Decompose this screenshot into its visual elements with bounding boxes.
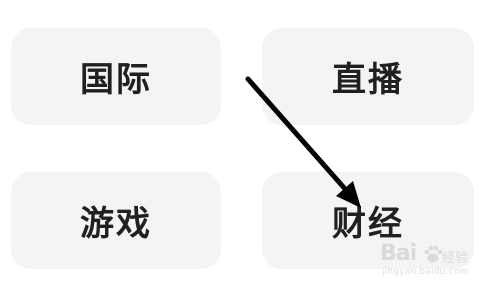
- watermark-url: jingyan.baidu.com: [382, 267, 469, 277]
- watermark-brand: Bai: [380, 241, 417, 266]
- category-label: 游戏: [80, 204, 152, 244]
- category-label: 直播: [332, 60, 404, 100]
- baidu-paw-icon: [424, 245, 443, 263]
- category-label: 国际: [80, 60, 152, 100]
- category-tile-youxi[interactable]: 游戏: [11, 172, 221, 269]
- baidu-jingyan-watermark: Bai 经验 jingyan.baidu.com: [380, 241, 476, 279]
- watermark-brand-suffix: 经验: [442, 251, 469, 266]
- category-tile-zhibo[interactable]: 直播: [262, 28, 474, 125]
- category-label: 财经: [332, 204, 404, 244]
- category-grid: 国际 直播 游戏 财经 Bai 经验 jingyan.baidu.com: [0, 0, 502, 293]
- category-tile-guoji[interactable]: 国际: [11, 28, 221, 125]
